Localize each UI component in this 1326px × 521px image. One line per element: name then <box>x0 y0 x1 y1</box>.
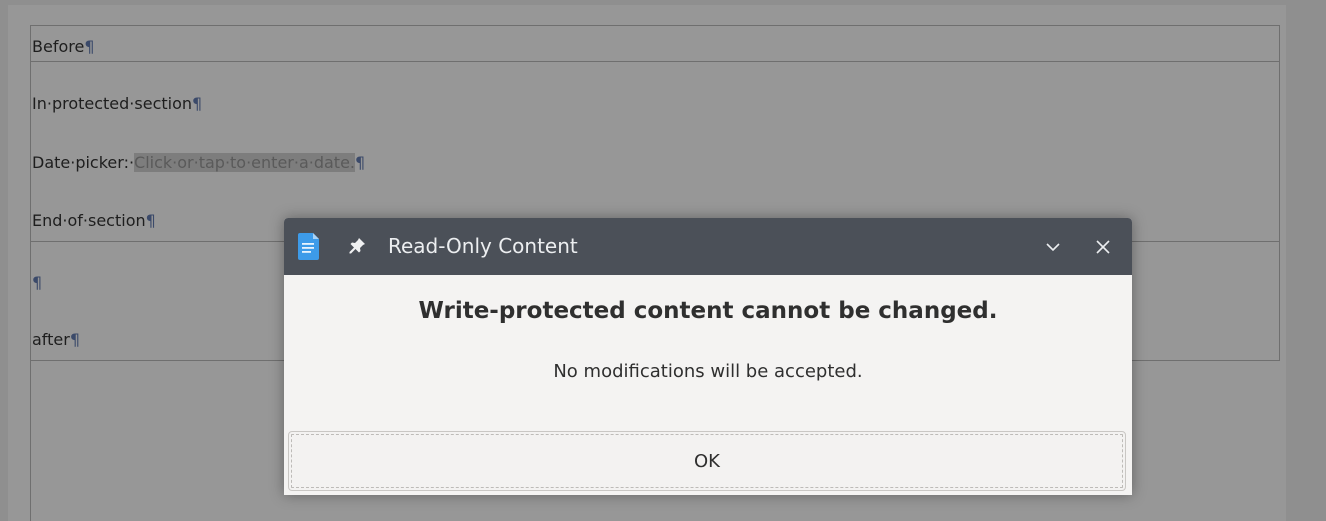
ok-button[interactable]: OK <box>288 431 1126 491</box>
section-border-left <box>30 25 31 521</box>
dialog-titlebar[interactable]: Read-Only Content <box>284 218 1132 275</box>
doc-line-text: In·protected·section <box>32 94 193 113</box>
chevron-down-icon[interactable] <box>1040 234 1066 260</box>
doc-line-after[interactable]: after¶ <box>32 330 80 350</box>
pilcrow-mark: ¶ <box>192 94 203 113</box>
date-picker-label: Date·picker:· <box>32 153 135 172</box>
doc-line-in-protected-section[interactable]: In·protected·section¶ <box>32 94 202 114</box>
close-icon[interactable] <box>1090 234 1116 260</box>
doc-line-text: after <box>32 330 70 349</box>
pin-icon[interactable] <box>348 237 366 255</box>
doc-line-end-of-section[interactable]: End·of·section¶ <box>32 211 156 231</box>
doc-line-date-picker[interactable]: Date·picker:·Click·or·tap·to·enter·a·dat… <box>32 153 365 173</box>
pilcrow-mark: ¶ <box>355 153 366 172</box>
pilcrow-mark: ¶ <box>69 330 81 349</box>
section-border-top <box>30 25 1280 26</box>
pilcrow-mark: ¶ <box>84 37 95 56</box>
read-only-dialog: Read-Only Content Write-protected conten… <box>284 218 1132 495</box>
pilcrow-mark: ¶ <box>145 211 156 230</box>
section-border-mid1 <box>30 61 1280 62</box>
pilcrow-mark: ¶ <box>32 273 43 292</box>
date-picker-control[interactable]: Click·or·tap·to·enter·a·date. <box>134 153 355 172</box>
writer-document-icon <box>298 233 319 260</box>
doc-line-before[interactable]: Before¶ <box>32 37 95 57</box>
dialog-heading: Write-protected content cannot be change… <box>418 298 998 324</box>
dialog-title: Read-Only Content <box>388 234 578 258</box>
doc-line-empty[interactable]: ¶ <box>32 273 42 293</box>
doc-line-text: Before <box>32 37 85 56</box>
doc-line-text: End·of·section <box>32 211 146 230</box>
section-border-right <box>1279 25 1280 361</box>
dialog-message: No modifications will be accepted. <box>553 361 863 382</box>
